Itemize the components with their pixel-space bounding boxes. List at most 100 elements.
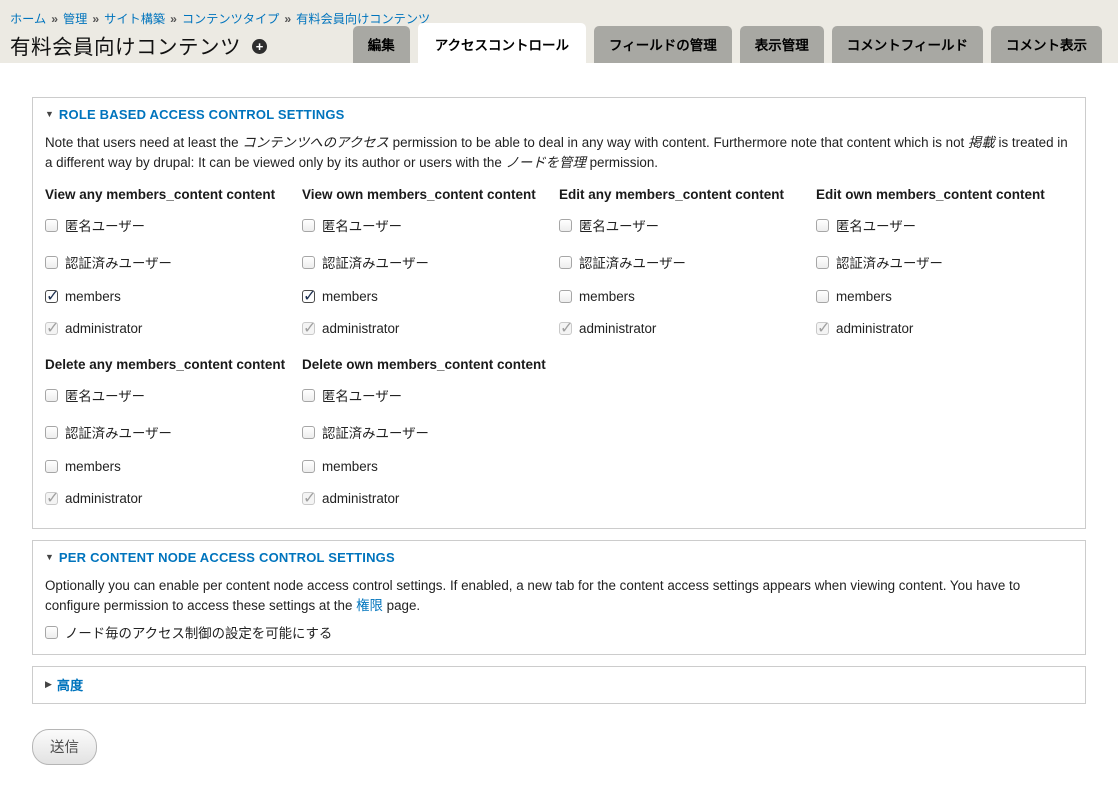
- role-label: members: [65, 459, 121, 474]
- submit-button[interactable]: 送信: [32, 729, 97, 765]
- role-checkbox-item: administrator: [302, 491, 399, 506]
- checkbox[interactable]: [45, 256, 58, 269]
- checkbox[interactable]: [559, 219, 572, 232]
- permission-group-title: Edit any members_content content: [559, 187, 816, 202]
- checkbox[interactable]: [302, 290, 315, 303]
- checkbox[interactable]: [45, 426, 58, 439]
- tab[interactable]: アクセスコントロール: [418, 23, 586, 63]
- role-checkbox-item[interactable]: 認証済みユーザー: [302, 252, 429, 272]
- checkbox[interactable]: [559, 256, 572, 269]
- role-label: 匿名ユーザー: [65, 385, 145, 405]
- checkbox: [559, 322, 572, 335]
- role-checkbox-item[interactable]: 認証済みユーザー: [45, 422, 172, 442]
- checkbox[interactable]: [302, 256, 315, 269]
- role-checkbox-item[interactable]: members: [302, 459, 378, 474]
- role-checkbox-item[interactable]: 認証済みユーザー: [302, 422, 429, 442]
- checkbox[interactable]: [302, 219, 315, 232]
- checkbox[interactable]: [45, 219, 58, 232]
- checkbox[interactable]: [302, 426, 315, 439]
- checkbox: [302, 492, 315, 505]
- page-header: ホーム»管理»サイト構築»コンテンツタイプ»有料会員向けコンテンツ 有料会員向け…: [0, 0, 1118, 63]
- breadcrumb-separator: »: [170, 12, 177, 26]
- role-checkbox-item[interactable]: 認証済みユーザー: [816, 252, 943, 272]
- fieldset-role-based-access: ▼ ROLE BASED ACCESS CONTROL SETTINGS Not…: [32, 97, 1086, 529]
- emphasized-term: 掲載: [968, 135, 995, 150]
- permission-group-title: View any members_content content: [45, 187, 302, 202]
- per-node-fieldset-description: Optionally you can enable per content no…: [45, 576, 1073, 615]
- role-checkbox-item[interactable]: 匿名ユーザー: [45, 215, 145, 235]
- main-content: ▼ ROLE BASED ACCESS CONTROL SETTINGS Not…: [0, 63, 1118, 795]
- role-checkbox-item[interactable]: 匿名ユーザー: [302, 385, 402, 405]
- role-label: members: [322, 289, 378, 304]
- permission-group-title: Edit own members_content content: [816, 187, 1073, 202]
- role-label: administrator: [836, 321, 913, 336]
- checkbox[interactable]: [816, 256, 829, 269]
- role-label: administrator: [579, 321, 656, 336]
- breadcrumb-link[interactable]: サイト構築: [104, 12, 165, 26]
- role-checkbox-item[interactable]: 認証済みユーザー: [559, 252, 686, 272]
- permission-group: Edit any members_content content 匿名ユーザー認証…: [559, 187, 816, 336]
- role-checkbox-item[interactable]: members: [302, 289, 378, 304]
- emphasized-term: ノードを管理: [506, 155, 586, 170]
- checkbox[interactable]: [45, 460, 58, 473]
- role-checkbox-item[interactable]: 匿名ユーザー: [45, 385, 145, 405]
- role-label: 認証済みユーザー: [836, 252, 943, 272]
- role-checkbox-item: administrator: [559, 321, 656, 336]
- role-checkbox-item: administrator: [45, 321, 142, 336]
- role-checkbox-item: administrator: [302, 321, 399, 336]
- fieldset-legend[interactable]: PER CONTENT NODE ACCESS CONTROL SETTINGS: [59, 550, 395, 565]
- fieldset-per-node-access: ▼ PER CONTENT NODE ACCESS CONTROL SETTIN…: [32, 540, 1086, 655]
- breadcrumb-link[interactable]: コンテンツタイプ: [182, 12, 280, 26]
- permission-group: Delete own members_content content 匿名ユーザー…: [302, 357, 559, 506]
- role-checkbox-item[interactable]: members: [45, 289, 121, 304]
- role-checkbox-item[interactable]: 匿名ユーザー: [559, 215, 659, 235]
- permission-group-title: View own members_content content: [302, 187, 559, 202]
- checkbox: [45, 492, 58, 505]
- role-fieldset-description: Note that users need at least the コンテンツへ…: [45, 133, 1073, 172]
- checkbox[interactable]: [45, 290, 58, 303]
- role-checkbox-item[interactable]: members: [45, 459, 121, 474]
- role-checkbox-item[interactable]: members: [816, 289, 892, 304]
- tab[interactable]: コメントフィールド: [832, 26, 983, 63]
- checkbox[interactable]: [816, 290, 829, 303]
- collapse-arrow-icon: ▶: [45, 680, 52, 689]
- permission-group: View own members_content content 匿名ユーザー認証…: [302, 187, 559, 336]
- description-text: permission.: [586, 155, 658, 170]
- checkbox[interactable]: [45, 626, 58, 639]
- role-checkbox-item: administrator: [816, 321, 913, 336]
- permissions-page-link[interactable]: 権限: [356, 598, 383, 613]
- role-label: administrator: [322, 491, 399, 506]
- tab[interactable]: フィールドの管理: [594, 26, 732, 63]
- role-label: 匿名ユーザー: [579, 215, 659, 235]
- role-label: 認証済みユーザー: [65, 252, 172, 272]
- role-checkbox-item[interactable]: 匿名ユーザー: [302, 215, 402, 235]
- checkbox[interactable]: [816, 219, 829, 232]
- page: ホーム»管理»サイト構築»コンテンツタイプ»有料会員向けコンテンツ 有料会員向け…: [0, 0, 1118, 795]
- fieldset-legend[interactable]: 高度: [57, 675, 83, 694]
- fieldset-legend-row[interactable]: ▼ ROLE BASED ACCESS CONTROL SETTINGS: [45, 107, 1073, 122]
- per-node-checkbox-item[interactable]: ノード毎のアクセス制御の設定を可能にする: [45, 622, 332, 642]
- fieldset-advanced: ▶ 高度: [32, 666, 1086, 704]
- checkbox[interactable]: [302, 389, 315, 402]
- tab[interactable]: 編集: [353, 26, 410, 63]
- breadcrumb-link[interactable]: 管理: [63, 12, 87, 26]
- breadcrumb-link[interactable]: ホーム: [10, 12, 46, 26]
- tab[interactable]: コメント表示: [991, 26, 1102, 63]
- plus-circle-icon[interactable]: +: [252, 39, 267, 54]
- role-checkbox-item[interactable]: 匿名ユーザー: [816, 215, 916, 235]
- checkbox[interactable]: [559, 290, 572, 303]
- tab[interactable]: 表示管理: [740, 26, 824, 63]
- fieldset-legend[interactable]: ROLE BASED ACCESS CONTROL SETTINGS: [59, 107, 345, 122]
- permission-group-title: Delete own members_content content: [302, 357, 559, 372]
- role-checkbox-item[interactable]: members: [559, 289, 635, 304]
- fieldset-legend-row[interactable]: ▼ PER CONTENT NODE ACCESS CONTROL SETTIN…: [45, 550, 1073, 565]
- fieldset-legend-row[interactable]: ▶ 高度: [45, 675, 1073, 694]
- role-label: 匿名ユーザー: [322, 385, 402, 405]
- checkbox[interactable]: [302, 460, 315, 473]
- checkbox[interactable]: [45, 389, 58, 402]
- permission-group: Edit own members_content content 匿名ユーザー認証…: [816, 187, 1073, 336]
- role-checkbox-item[interactable]: 認証済みユーザー: [45, 252, 172, 272]
- role-label: 認証済みユーザー: [579, 252, 686, 272]
- role-label: members: [836, 289, 892, 304]
- permission-groups: View any members_content content匿名ユーザー認証…: [45, 187, 1073, 506]
